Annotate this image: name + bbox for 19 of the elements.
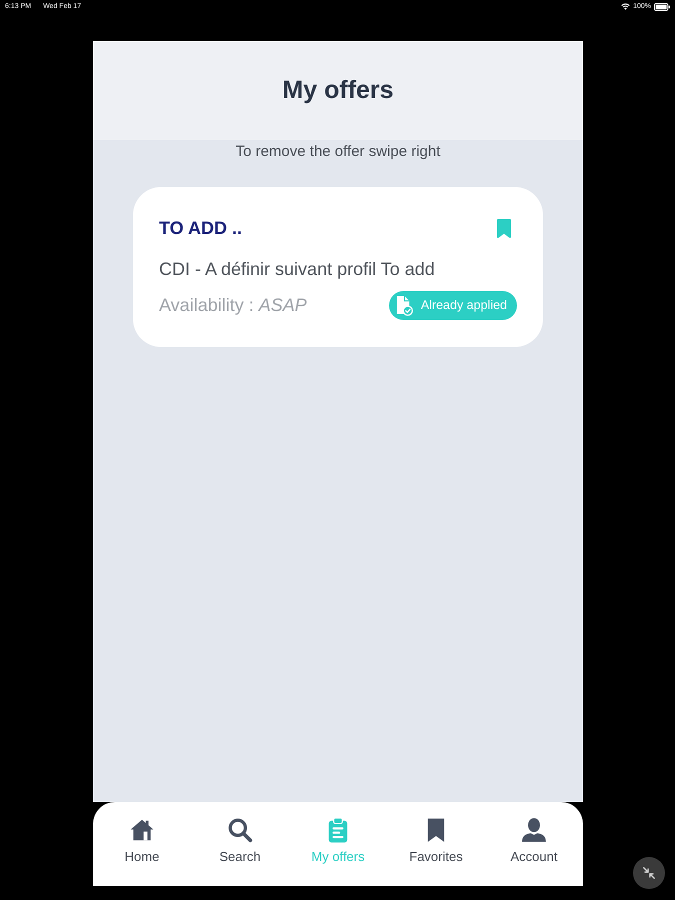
tab-item[interactable]: Favorites — [387, 802, 485, 886]
arrows-inward-icon — [642, 866, 656, 880]
badge-label: Already applied — [420, 298, 507, 312]
person-icon — [521, 817, 547, 843]
tab-item[interactable]: Search — [191, 802, 289, 886]
shrink-button[interactable] — [633, 857, 665, 889]
battery-icon — [654, 2, 670, 10]
offer-card[interactable]: TO ADD .. CDI - A définir suivant profil To add Availability : ASAP Already applied — [133, 187, 543, 347]
contract-text: CDI - A définir suivant profil To add — [159, 258, 436, 281]
home-icon — [129, 817, 155, 843]
document-check-icon — [396, 294, 413, 316]
page-title: My offers — [282, 76, 394, 105]
offer-title: TO ADD .. — [159, 218, 242, 238]
search-icon — [227, 817, 253, 843]
wifi-icon — [621, 3, 630, 10]
tab-item[interactable]: Account — [485, 802, 583, 886]
availability-text: Availability : ASAP — [159, 294, 307, 316]
tab-item[interactable]: Home — [93, 802, 191, 886]
swipe-hint: To remove the offer swipe right — [236, 142, 440, 162]
